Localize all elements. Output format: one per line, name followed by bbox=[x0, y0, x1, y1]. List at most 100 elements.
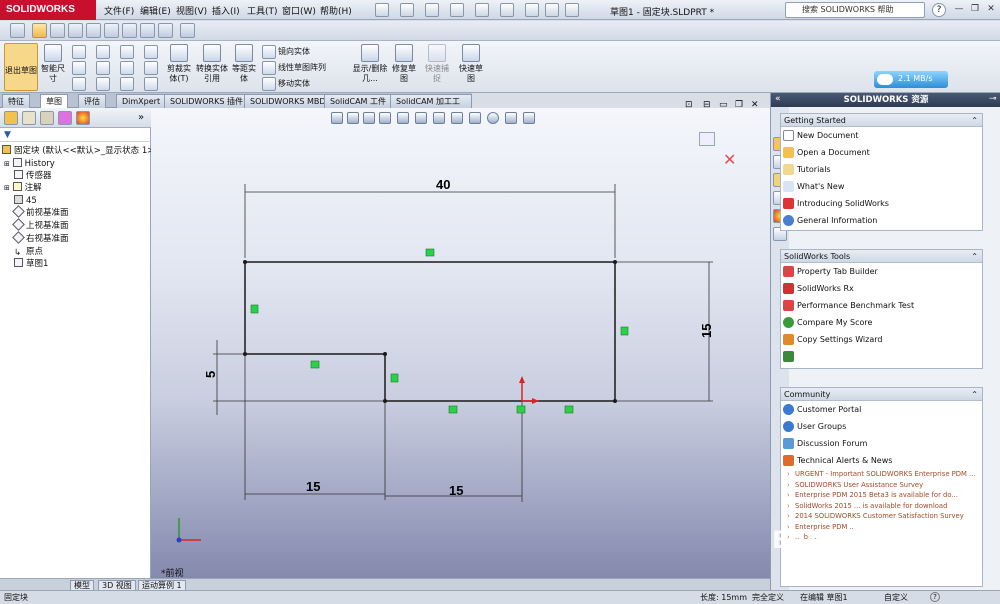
tree-item-sensors[interactable]: 传感器 bbox=[14, 170, 52, 182]
graphics-area[interactable]: ⊡ ⊟ ▭ ❐ ✕ ✕ 40 15 5 15 15 *前视 bbox=[151, 100, 770, 578]
dimxpert-icon[interactable] bbox=[58, 111, 72, 125]
getting-started-header[interactable]: Getting Started ⌃ bbox=[781, 114, 982, 127]
slot-icon[interactable] bbox=[96, 61, 110, 75]
link-open-document[interactable]: Open a Document bbox=[781, 144, 982, 161]
link-general-information[interactable]: General Information bbox=[781, 212, 982, 229]
collapse-icon[interactable]: ⌃ bbox=[971, 114, 978, 127]
pin-pane-icon[interactable]: ⊸ bbox=[989, 94, 997, 104]
tab-solidworks-mbd[interactable]: SOLIDWORKS MBD bbox=[244, 94, 332, 108]
property-manager-icon[interactable] bbox=[22, 111, 36, 125]
rapid-sketch-button[interactable]: 快速草图 bbox=[456, 44, 486, 84]
move-entities-label[interactable]: 移动实体 bbox=[278, 78, 310, 89]
view-wireframe-icon[interactable] bbox=[68, 23, 83, 38]
undo-icon[interactable] bbox=[475, 3, 489, 17]
menu-view[interactable]: 视图(V) bbox=[176, 4, 207, 17]
options-icon[interactable] bbox=[565, 3, 579, 17]
new-document-icon[interactable] bbox=[375, 3, 389, 17]
status-custom-units[interactable]: 自定义 bbox=[884, 591, 908, 604]
linear-pattern-icon[interactable] bbox=[262, 61, 276, 75]
tab-sketch[interactable]: 草图 bbox=[40, 94, 68, 108]
close-icon[interactable]: ✕ bbox=[984, 3, 998, 16]
tree-item-top-plane[interactable]: 上视基准面 bbox=[12, 218, 69, 232]
ellipse-icon[interactable] bbox=[72, 77, 86, 91]
view-hidden-lines-icon[interactable] bbox=[50, 23, 65, 38]
link-technical-alerts[interactable]: Technical Alerts & News bbox=[781, 452, 982, 469]
trim-entities-button[interactable]: 剪裁实体(T) bbox=[164, 44, 194, 84]
link-tutorials[interactable]: Tutorials bbox=[781, 161, 982, 178]
collapse-icon[interactable]: ⌃ bbox=[971, 250, 978, 263]
tree-item-history[interactable]: ⊞ History bbox=[4, 158, 55, 170]
help-circle-icon[interactable]: ? bbox=[930, 592, 940, 602]
view-edges-icon[interactable] bbox=[86, 23, 101, 38]
news-item[interactable]: URGENT - Important SOLIDWORKS Enterprise… bbox=[781, 469, 982, 480]
tree-item-sketch1[interactable]: 草图1 bbox=[14, 258, 48, 270]
mirror-icon[interactable] bbox=[262, 45, 276, 59]
tab-solidcam-stock[interactable]: SolidCAM 工件 bbox=[324, 94, 392, 108]
menu-window[interactable]: 窗口(W) bbox=[282, 4, 316, 17]
link-property-tab-builder[interactable]: Property Tab Builder bbox=[781, 263, 982, 280]
link-compare-score[interactable]: Compare My Score bbox=[781, 314, 982, 331]
menu-edit[interactable]: 编辑(E) bbox=[140, 4, 171, 17]
filter-icon[interactable]: ▼ bbox=[4, 130, 11, 140]
link-customer-portal[interactable]: Customer Portal bbox=[781, 401, 982, 418]
menu-tools[interactable]: 工具(T) bbox=[247, 4, 278, 17]
smart-dimension-button[interactable]: 智能尺寸 bbox=[38, 44, 68, 84]
display-manager-icon[interactable] bbox=[76, 111, 90, 125]
tab-solidcam-machining[interactable]: SolidCAM 加工工程 bbox=[390, 94, 472, 119]
link-discussion-forum[interactable]: Discussion Forum bbox=[781, 435, 982, 452]
fillet-icon[interactable] bbox=[144, 61, 158, 75]
tab-features[interactable]: 特征 bbox=[2, 94, 30, 108]
exit-sketch-button[interactable]: 退出草图 bbox=[4, 43, 38, 91]
display-delete-relations-button[interactable]: 显示/删除几... bbox=[352, 44, 388, 84]
minimize-icon[interactable]: — bbox=[952, 3, 966, 16]
link-introducing[interactable]: Introducing SolidWorks bbox=[781, 195, 982, 212]
point-icon[interactable] bbox=[96, 77, 110, 91]
tree-root[interactable]: 固定块 (默认<<默认>_显示状态 1>) bbox=[2, 145, 158, 157]
rapid-snap-button[interactable]: 快速捕捉 bbox=[422, 44, 452, 84]
view-cube-icon[interactable] bbox=[104, 23, 119, 38]
tab-dimxpert[interactable]: DimXpert bbox=[116, 94, 167, 108]
news-item[interactable]: Enterprise PDM 2015 Beta3 is available f… bbox=[781, 490, 982, 501]
menu-insert[interactable]: 插入(I) bbox=[212, 4, 240, 17]
link-whats-new[interactable]: What's New bbox=[781, 178, 982, 195]
link-icon[interactable] bbox=[180, 23, 195, 38]
open-icon[interactable] bbox=[400, 3, 414, 17]
link-user-groups[interactable]: User Groups bbox=[781, 418, 982, 435]
configuration-icon[interactable] bbox=[40, 111, 54, 125]
file-properties-icon[interactable] bbox=[545, 3, 559, 17]
arc-icon[interactable] bbox=[120, 45, 134, 59]
line-icon[interactable] bbox=[72, 45, 86, 59]
text-icon[interactable] bbox=[144, 77, 158, 91]
link-solidworks-rx[interactable]: SolidWorks Rx bbox=[781, 280, 982, 297]
polygon-icon[interactable] bbox=[120, 61, 134, 75]
move-entities-icon[interactable] bbox=[262, 77, 276, 91]
menu-file[interactable]: 文件(F) bbox=[104, 4, 134, 17]
help-icon[interactable]: ? bbox=[932, 3, 946, 17]
restore-icon[interactable]: ❐ bbox=[968, 3, 982, 16]
link-new-document[interactable]: New Document bbox=[781, 127, 982, 144]
link-benchmark[interactable]: Performance Benchmark Test bbox=[781, 297, 982, 314]
convert-entities-button[interactable]: 转换实体引用 bbox=[196, 44, 228, 84]
tree-item-right-plane[interactable]: 右视基准面 bbox=[12, 231, 69, 245]
print-icon[interactable] bbox=[450, 3, 464, 17]
view-section-icon[interactable] bbox=[140, 23, 155, 38]
menu-help[interactable]: 帮助(H) bbox=[320, 4, 352, 17]
select-icon[interactable] bbox=[500, 3, 514, 17]
mirror-label[interactable]: 镜向实体 bbox=[278, 46, 310, 57]
community-header[interactable]: Community ⌃ bbox=[781, 388, 982, 401]
offset-entities-button[interactable]: 等距实体 bbox=[229, 44, 259, 84]
expand-icon[interactable]: » bbox=[138, 112, 144, 123]
view-shaded-icon[interactable] bbox=[32, 23, 47, 38]
search-input[interactable]: 搜索 SOLIDWORKS 帮助 bbox=[785, 2, 925, 18]
feature-tree-icon[interactable] bbox=[4, 111, 18, 125]
tab-evaluate[interactable]: 评估 bbox=[78, 94, 106, 108]
news-item[interactable]: SOLIDWORKS User Assistance Survey bbox=[781, 480, 982, 491]
tools-header[interactable]: SolidWorks Tools ⌃ bbox=[781, 250, 982, 263]
collapse-icon[interactable]: ⌃ bbox=[971, 388, 978, 401]
tree-item-front-plane[interactable]: 前视基准面 bbox=[12, 205, 69, 219]
tree-item-annotations[interactable]: ⊞ 注解 bbox=[4, 182, 42, 194]
news-item[interactable]: SolidWorks 2015 ... is available for dow… bbox=[781, 501, 982, 512]
circle-icon[interactable] bbox=[96, 45, 110, 59]
repair-sketch-button[interactable]: 修复草图 bbox=[390, 44, 418, 84]
spline-icon[interactable] bbox=[144, 45, 158, 59]
